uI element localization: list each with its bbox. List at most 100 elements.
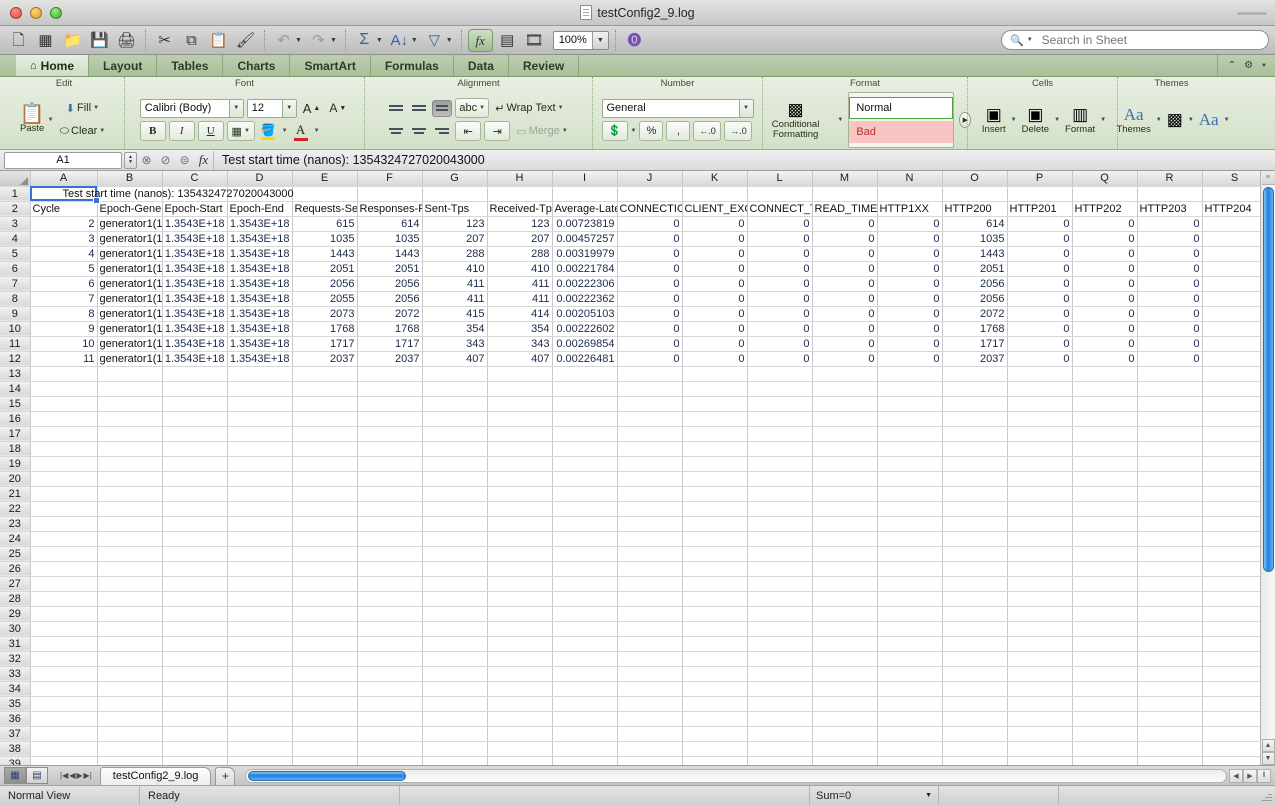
- cell-B15[interactable]: [97, 396, 162, 411]
- cell-S32[interactable]: [1202, 651, 1260, 666]
- cell-B21[interactable]: [97, 486, 162, 501]
- cell-N17[interactable]: [877, 426, 942, 441]
- cell-R14[interactable]: [1137, 381, 1202, 396]
- cell-A2[interactable]: Cycle: [30, 201, 97, 216]
- font-color-button[interactable]: A: [291, 121, 311, 141]
- view-toggle-group[interactable]: ▦ ▤: [4, 767, 48, 784]
- cell-E24[interactable]: [292, 531, 357, 546]
- cell-I10[interactable]: 0.00222602: [552, 321, 617, 336]
- cell-F18[interactable]: [357, 441, 422, 456]
- row-header-37[interactable]: 37: [0, 726, 30, 741]
- cell-N15[interactable]: [877, 396, 942, 411]
- cell-A14[interactable]: [30, 381, 97, 396]
- cell-P6[interactable]: 0: [1007, 261, 1072, 276]
- cell-Q20[interactable]: [1072, 471, 1137, 486]
- cell-C12[interactable]: 1.3543E+18: [162, 351, 227, 366]
- horizontal-scroll-arrows[interactable]: ◀ ▶ ‖: [1229, 769, 1271, 783]
- cell-F27[interactable]: [357, 576, 422, 591]
- cell-G26[interactable]: [422, 561, 487, 576]
- cell-R22[interactable]: [1137, 501, 1202, 516]
- cell-R16[interactable]: [1137, 411, 1202, 426]
- cell-S27[interactable]: [1202, 576, 1260, 591]
- cell-H18[interactable]: [487, 441, 552, 456]
- cell-K30[interactable]: [682, 621, 747, 636]
- cell-B24[interactable]: [97, 531, 162, 546]
- cell-I5[interactable]: 0.00319979: [552, 246, 617, 261]
- cell-H12[interactable]: 407: [487, 351, 552, 366]
- copy-icon[interactable]: ⧉: [179, 29, 204, 52]
- font-name-field[interactable]: Calibri (Body) ▼: [140, 99, 244, 118]
- cell-G6[interactable]: 410: [422, 261, 487, 276]
- cell-Q30[interactable]: [1072, 621, 1137, 636]
- select-all-button[interactable]: [0, 171, 30, 186]
- font-color-dropdown-icon[interactable]: ▼: [314, 128, 320, 134]
- cell-G24[interactable]: [422, 531, 487, 546]
- cell-C16[interactable]: [162, 411, 227, 426]
- cell-B4[interactable]: generator1(1: [97, 231, 162, 246]
- cell-C37[interactable]: [162, 726, 227, 741]
- cell-S7[interactable]: [1202, 276, 1260, 291]
- tab-layout[interactable]: Layout: [89, 55, 157, 76]
- cell-J1[interactable]: [617, 186, 682, 201]
- row-header-39[interactable]: 39: [0, 756, 30, 765]
- cell-K34[interactable]: [682, 681, 747, 696]
- align-middle-button[interactable]: [409, 100, 429, 117]
- cell-I37[interactable]: [552, 726, 617, 741]
- cell-L33[interactable]: [747, 666, 812, 681]
- cell-O18[interactable]: [942, 441, 1007, 456]
- cell-R11[interactable]: 0: [1137, 336, 1202, 351]
- cell-A27[interactable]: [30, 576, 97, 591]
- cell-H9[interactable]: 414: [487, 306, 552, 321]
- cell-N30[interactable]: [877, 621, 942, 636]
- cell-K18[interactable]: [682, 441, 747, 456]
- cell-C22[interactable]: [162, 501, 227, 516]
- cell-O37[interactable]: [942, 726, 1007, 741]
- column-header-g[interactable]: G: [422, 171, 487, 186]
- cell-B26[interactable]: [97, 561, 162, 576]
- column-header-e[interactable]: E: [292, 171, 357, 186]
- cell-L36[interactable]: [747, 711, 812, 726]
- cell-M37[interactable]: [812, 726, 877, 741]
- cell-F31[interactable]: [357, 636, 422, 651]
- row-header-18[interactable]: 18: [0, 441, 30, 456]
- cell-C34[interactable]: [162, 681, 227, 696]
- cell-J15[interactable]: [617, 396, 682, 411]
- cell-R5[interactable]: 0: [1137, 246, 1202, 261]
- cell-F16[interactable]: [357, 411, 422, 426]
- cell-B5[interactable]: generator1(1: [97, 246, 162, 261]
- cell-O33[interactable]: [942, 666, 1007, 681]
- cell-I24[interactable]: [552, 531, 617, 546]
- cell-M2[interactable]: READ_TIMEO: [812, 201, 877, 216]
- cell-N29[interactable]: [877, 606, 942, 621]
- cell-K39[interactable]: [682, 756, 747, 765]
- cell-K1[interactable]: [682, 186, 747, 201]
- cell-O7[interactable]: 2056: [942, 276, 1007, 291]
- cell-R29[interactable]: [1137, 606, 1202, 621]
- cell-I25[interactable]: [552, 546, 617, 561]
- cell-F23[interactable]: [357, 516, 422, 531]
- cell-D35[interactable]: [227, 696, 292, 711]
- cell-P25[interactable]: [1007, 546, 1072, 561]
- cell-D5[interactable]: 1.3543E+18: [227, 246, 292, 261]
- cell-O11[interactable]: 1717: [942, 336, 1007, 351]
- cell-M6[interactable]: 0: [812, 261, 877, 276]
- cell-H25[interactable]: [487, 546, 552, 561]
- cell-O4[interactable]: 1035: [942, 231, 1007, 246]
- cell-G7[interactable]: 411: [422, 276, 487, 291]
- cell-G33[interactable]: [422, 666, 487, 681]
- cell-M35[interactable]: [812, 696, 877, 711]
- cell-I31[interactable]: [552, 636, 617, 651]
- column-header-i[interactable]: I: [552, 171, 617, 186]
- cell-D21[interactable]: [227, 486, 292, 501]
- cell-N31[interactable]: [877, 636, 942, 651]
- cell-S13[interactable]: [1202, 366, 1260, 381]
- theme-colors-dropdown-icon[interactable]: ▼: [1188, 117, 1194, 123]
- cell-Q9[interactable]: 0: [1072, 306, 1137, 321]
- cell-E2[interactable]: Requests-Ser: [292, 201, 357, 216]
- cell-S38[interactable]: [1202, 741, 1260, 756]
- cell-O25[interactable]: [942, 546, 1007, 561]
- cell-O38[interactable]: [942, 741, 1007, 756]
- cell-Q3[interactable]: 0: [1072, 216, 1137, 231]
- align-left-button[interactable]: [386, 123, 406, 140]
- cell-O12[interactable]: 2037: [942, 351, 1007, 366]
